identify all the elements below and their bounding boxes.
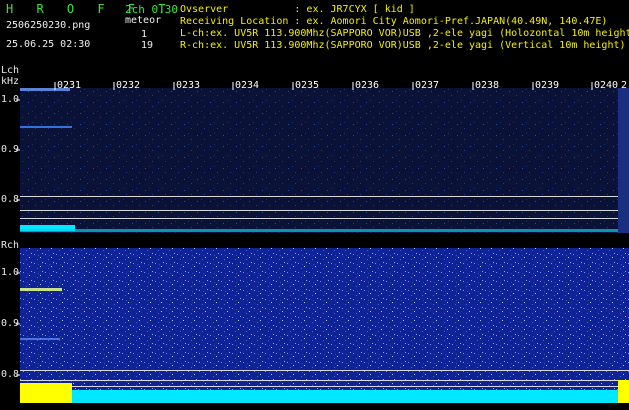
time-label: 0237 [415, 80, 440, 91]
time-label: 0234 [235, 80, 260, 91]
time-label: 0235 [295, 80, 320, 91]
time-label: 0231 [57, 80, 82, 91]
rch-tick-label: 1.0 [1, 267, 20, 278]
time-label: 0238 [475, 80, 500, 91]
rch-tick-label: 0.9 [1, 318, 20, 329]
time-label: 0236 [355, 80, 380, 91]
lch-panel [20, 88, 629, 233]
y-tick-marks [16, 99, 20, 376]
rch-label: Rch [1, 240, 20, 251]
lch-tick-label: 0.9 [1, 144, 20, 155]
time-label: 0240 [594, 80, 619, 91]
lch-unit-label: kHz [1, 76, 20, 87]
time-label: 2 [621, 80, 628, 91]
time-label: 0232 [116, 80, 141, 91]
spectrogram-canvas [16, 82, 629, 403]
rch-tick-label: 0.8 [1, 369, 20, 380]
lch-tick-label: 0.8 [1, 194, 20, 205]
lch-label: Lch [1, 65, 20, 76]
lch-tick-label: 1.0 [1, 94, 20, 105]
time-label: 0233 [176, 80, 201, 91]
rch-panel [20, 248, 629, 403]
time-label: 0239 [535, 80, 560, 91]
